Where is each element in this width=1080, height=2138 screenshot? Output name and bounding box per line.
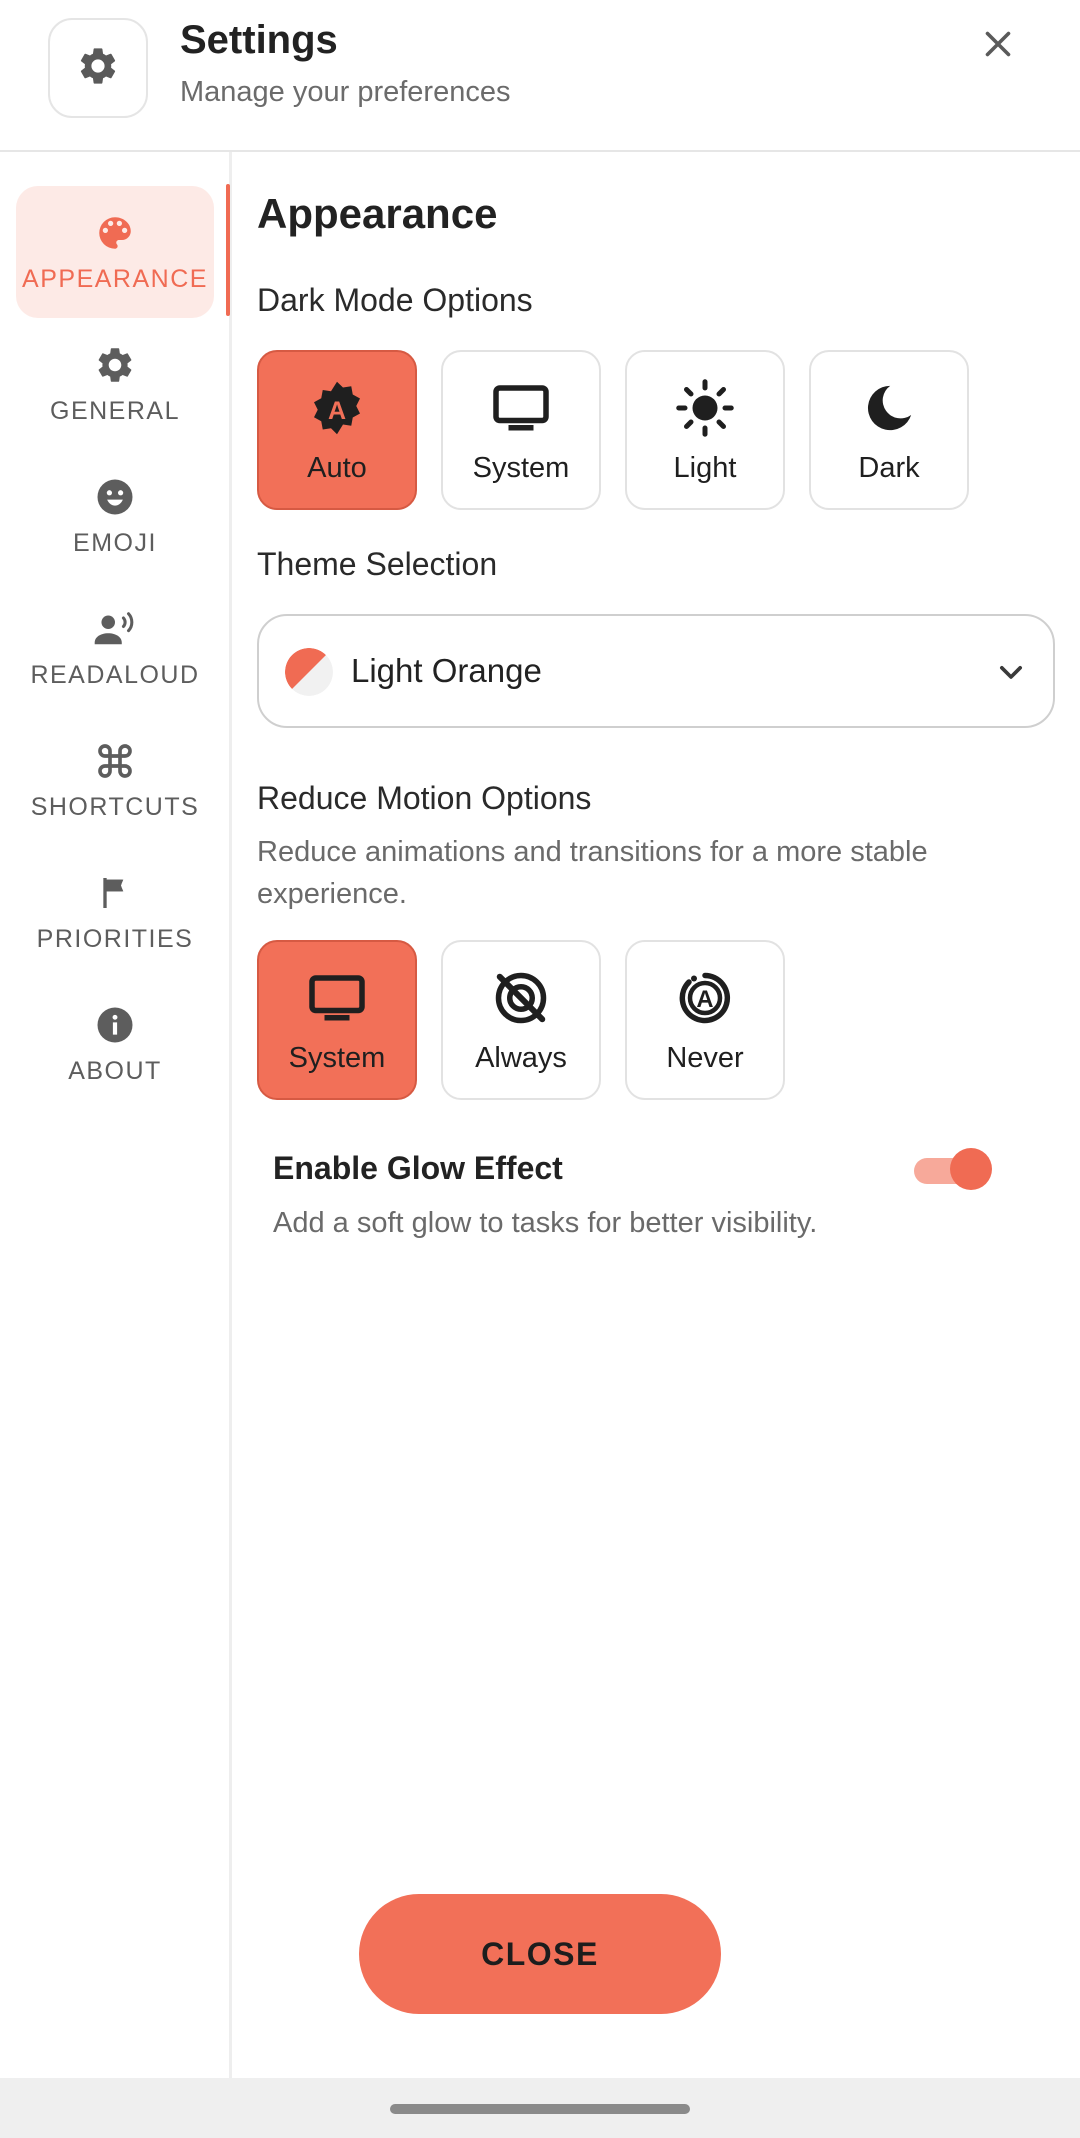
settings-icon-box	[48, 18, 148, 118]
glow-toggle[interactable]	[914, 1148, 992, 1192]
monitor-icon	[305, 966, 369, 1030]
dark-mode-option-auto[interactable]: A Auto	[257, 350, 417, 510]
settings-header: Settings Manage your preferences	[0, 0, 1080, 152]
theme-select[interactable]: Light Orange	[257, 614, 1055, 728]
option-label: Never	[666, 1041, 744, 1074]
sidebar-item-appearance[interactable]: APPEARANCE	[16, 186, 214, 318]
chevron-down-icon	[991, 652, 1031, 692]
svg-text:A: A	[696, 986, 713, 1013]
sidebar-item-label: ABOUT	[68, 1056, 162, 1085]
option-label: Auto	[307, 451, 367, 484]
sidebar-item-label: APPEARANCE	[22, 264, 208, 293]
sun-icon	[673, 376, 737, 440]
sidebar-item-label: PRIORITIES	[36, 924, 194, 953]
close-button[interactable]: CLOSE	[359, 1894, 721, 2014]
motion-off-icon	[489, 966, 553, 1030]
dark-mode-option-system[interactable]: System	[441, 350, 601, 510]
smiley-icon	[93, 475, 137, 519]
monitor-icon	[489, 376, 553, 440]
option-label: System	[288, 1041, 386, 1074]
sidebar-item-readaloud[interactable]: READALOUD	[16, 582, 214, 714]
glow-setting-title: Enable Glow Effect	[273, 1150, 563, 1186]
dark-mode-option-light[interactable]: Light	[625, 350, 785, 510]
reduce-motion-description: Reduce animations and transitions for a …	[257, 836, 928, 910]
theme-heading: Theme Selection	[257, 546, 498, 582]
sidebar-item-label: READALOUD	[30, 660, 200, 689]
auto-brightness-icon: A	[305, 376, 369, 440]
option-label: Dark	[858, 451, 920, 484]
toggle-knob	[950, 1148, 992, 1190]
moon-icon	[857, 376, 921, 440]
info-icon	[93, 1003, 137, 1047]
motion-option-never[interactable]: A Never	[625, 940, 785, 1100]
section-title: Appearance	[257, 190, 498, 237]
motion-option-system[interactable]: System	[257, 940, 417, 1100]
close-icon[interactable]	[972, 18, 1024, 70]
svg-text:A: A	[328, 396, 346, 424]
sidebar-item-label: EMOJI	[73, 528, 157, 557]
flag-icon	[93, 871, 137, 915]
option-label: System	[472, 451, 570, 484]
sidebar-item-priorities[interactable]: PRIORITIES	[16, 846, 214, 978]
option-label: Always	[475, 1041, 567, 1074]
theme-selected-value: Light Orange	[351, 652, 542, 689]
palette-icon	[93, 211, 137, 255]
page-title: Settings	[180, 18, 338, 62]
auto-motion-icon: A	[673, 966, 737, 1030]
active-tab-indicator	[226, 184, 230, 316]
page-subtitle: Manage your preferences	[180, 76, 511, 108]
option-label: Light	[673, 451, 737, 484]
dark-mode-heading: Dark Mode Options	[257, 282, 533, 318]
sidebar-item-shortcuts[interactable]: SHORTCUTS	[16, 714, 214, 846]
speaker-person-icon	[93, 607, 137, 651]
gear-icon	[76, 44, 120, 93]
sidebar-item-label: SHORTCUTS	[30, 792, 200, 821]
sidebar-item-general[interactable]: GENERAL	[16, 318, 214, 450]
command-icon	[93, 739, 137, 783]
glow-setting-description: Add a soft glow to tasks for better visi…	[273, 1207, 818, 1239]
sidebar-item-emoji[interactable]: EMOJI	[16, 450, 214, 582]
sidebar-item-about[interactable]: ABOUT	[16, 978, 214, 1110]
sidebar-item-label: GENERAL	[50, 396, 180, 425]
theme-swatch	[285, 648, 333, 696]
dark-mode-option-dark[interactable]: Dark	[809, 350, 969, 510]
reduce-motion-heading: Reduce Motion Options	[257, 780, 592, 816]
gear-icon	[93, 343, 137, 387]
home-indicator[interactable]	[390, 2104, 690, 2114]
motion-option-always[interactable]: Always	[441, 940, 601, 1100]
